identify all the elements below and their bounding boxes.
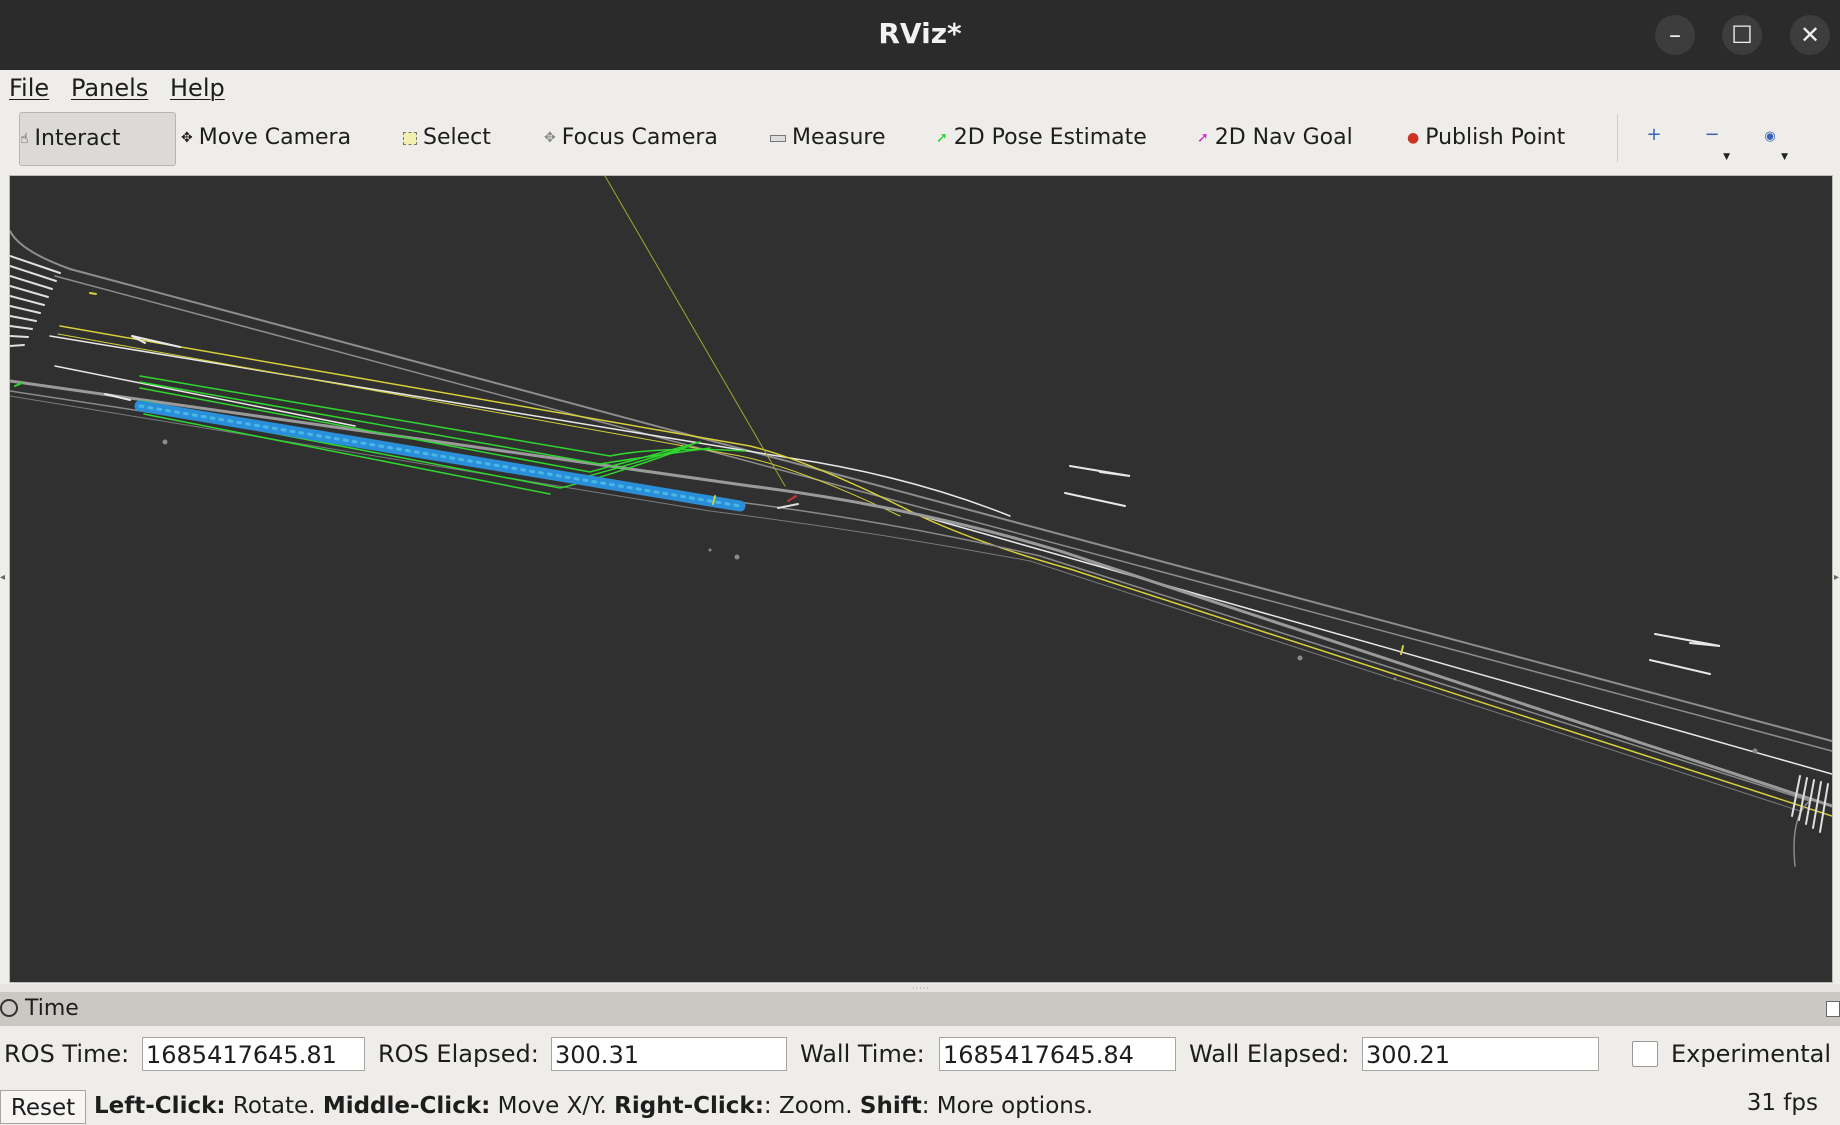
nav-goal-label: 2D Nav Goal — [1214, 125, 1353, 150]
interact-tool-button[interactable]: ☝ Interact — [19, 112, 176, 166]
ros-time-label: ROS Time: — [4, 1040, 130, 1068]
nav-goal-tool-button[interactable]: ➚ 2D Nav Goal — [1197, 114, 1353, 162]
sensor-ray — [604, 176, 786, 487]
dropdown-arrow-icon: ▼ — [1781, 152, 1788, 162]
pose-estimate-tool-button[interactable]: ➚ 2D Pose Estimate — [936, 114, 1147, 162]
focus-camera-tool-button[interactable]: ✥ Focus Camera — [544, 114, 718, 162]
window-title: RViz* — [878, 17, 962, 50]
reset-button[interactable]: Reset — [0, 1090, 86, 1124]
shift-key: Shift — [859, 1093, 922, 1119]
center-line — [59, 325, 1832, 817]
maximize-button[interactable]: ☐ — [1722, 15, 1762, 55]
panel-splitter[interactable]: ····· — [0, 984, 1840, 993]
experimental-label: Experimental — [1671, 1040, 1832, 1068]
measure-tool-button[interactable]: Measure — [770, 114, 886, 162]
magenta-arrow-icon: ➚ — [1197, 130, 1209, 146]
remove-tool-button[interactable]: − ▼ — [1692, 124, 1732, 162]
dropdown-arrow-icon: ▼ — [1723, 152, 1730, 162]
status-bar: Reset Left-Click: Rotate. Middle-Click: … — [0, 1084, 1840, 1125]
right-dock-handle[interactable]: ▸ — [1834, 572, 1840, 584]
select-tool-button[interactable]: Select — [403, 114, 491, 162]
time-panel-fields: ROS Time: 1685417645.81 ROS Elapsed: 300… — [0, 1030, 1840, 1078]
road-boundary-top-inner — [54, 275, 1832, 752]
focus-icon: ✥ — [544, 130, 556, 146]
publish-point-tool-button[interactable]: ● Publish Point — [1407, 114, 1565, 162]
publish-point-label: Publish Point — [1425, 125, 1566, 150]
close-button[interactable]: ✕ — [1790, 15, 1830, 55]
curb-line — [10, 390, 1812, 867]
left-dock-handle[interactable]: ◂ — [0, 572, 6, 584]
ros-time-field[interactable]: 1685417645.81 — [142, 1037, 365, 1071]
move-camera-label: Move Camera — [198, 125, 352, 150]
lane-line — [924, 516, 1832, 775]
experimental-checkbox[interactable] — [1632, 1041, 1658, 1067]
middle-click-key: Middle-Click: — [322, 1093, 491, 1119]
clock-icon — [0, 999, 18, 1017]
move-camera-tool-button[interactable]: ✥ Move Camera — [181, 114, 351, 162]
minus-icon: − — [1704, 124, 1720, 145]
add-tool-button[interactable]: + — [1634, 124, 1674, 154]
move-text: Move X/Y. — [490, 1093, 615, 1119]
wall-time-label: Wall Time: — [800, 1040, 925, 1068]
window-titlebar: RViz* – ☐ ✕ — [0, 0, 1840, 70]
ros-elapsed-label: ROS Elapsed: — [378, 1040, 539, 1068]
plus-icon: + — [1646, 124, 1662, 145]
ego-vehicle-marker — [777, 503, 799, 509]
zoom-text: : Zoom. — [763, 1093, 860, 1119]
scene-canvas[interactable] — [10, 176, 1832, 982]
minimize-button[interactable]: – — [1655, 15, 1695, 55]
menu-panels[interactable]: Panels — [71, 74, 148, 102]
ros-elapsed-field[interactable]: 300.31 — [551, 1037, 787, 1071]
time-panel-header: Time — [0, 992, 1840, 1026]
select-label: Select — [423, 125, 491, 150]
mouse-hint: Left-Click: Rotate. Middle-Click: Move X… — [94, 1093, 1093, 1119]
curb-line — [10, 395, 1801, 812]
crosswalk-left — [10, 255, 61, 347]
ruler-icon — [770, 134, 786, 142]
more-text: : More options. — [921, 1093, 1094, 1119]
tool-bar: ☝ Interact ✥ Move Camera Select ✥ Focus Cam… — [0, 104, 1840, 172]
rotate-text: Rotate. — [225, 1093, 323, 1119]
menu-file[interactable]: File — [9, 74, 49, 102]
menu-bar: File Panels Help — [0, 70, 1840, 104]
view-menu-button[interactable]: ◉ ▼ — [1750, 124, 1790, 162]
select-icon — [403, 131, 417, 145]
3d-render-viewport[interactable] — [9, 175, 1833, 983]
time-panel-title: Time — [25, 996, 79, 1021]
focus-camera-label: Focus Camera — [561, 125, 718, 150]
measure-label: Measure — [792, 125, 886, 150]
wall-elapsed-field[interactable]: 300.21 — [1362, 1037, 1599, 1071]
ego-axis-marker — [787, 495, 797, 502]
green-arrow-icon: ➚ — [936, 130, 948, 146]
hand-icon: ☝ — [20, 131, 29, 147]
right-click-key: Right-Click: — [614, 1093, 764, 1119]
menu-help[interactable]: Help — [170, 74, 225, 102]
wall-elapsed-label: Wall Elapsed: — [1189, 1040, 1350, 1068]
landmark-dots — [162, 439, 1758, 754]
map-pin-icon: ● — [1407, 130, 1420, 146]
fps-counter: 31 fps — [1746, 1090, 1818, 1116]
edge-marker — [14, 382, 23, 387]
interact-label: Interact — [34, 126, 121, 151]
wall-time-field[interactable]: 1685417645.84 — [939, 1037, 1176, 1071]
toolbar-separator — [1617, 114, 1618, 162]
edge-marker — [89, 292, 97, 295]
left-click-key: Left-Click: — [94, 1093, 226, 1119]
eye-icon: ◉ — [1764, 129, 1776, 144]
undock-button[interactable] — [1826, 1001, 1840, 1017]
move-icon: ✥ — [181, 130, 193, 146]
road-edge-bottom — [10, 379, 1832, 808]
pose-estimate-label: 2D Pose Estimate — [953, 125, 1147, 150]
